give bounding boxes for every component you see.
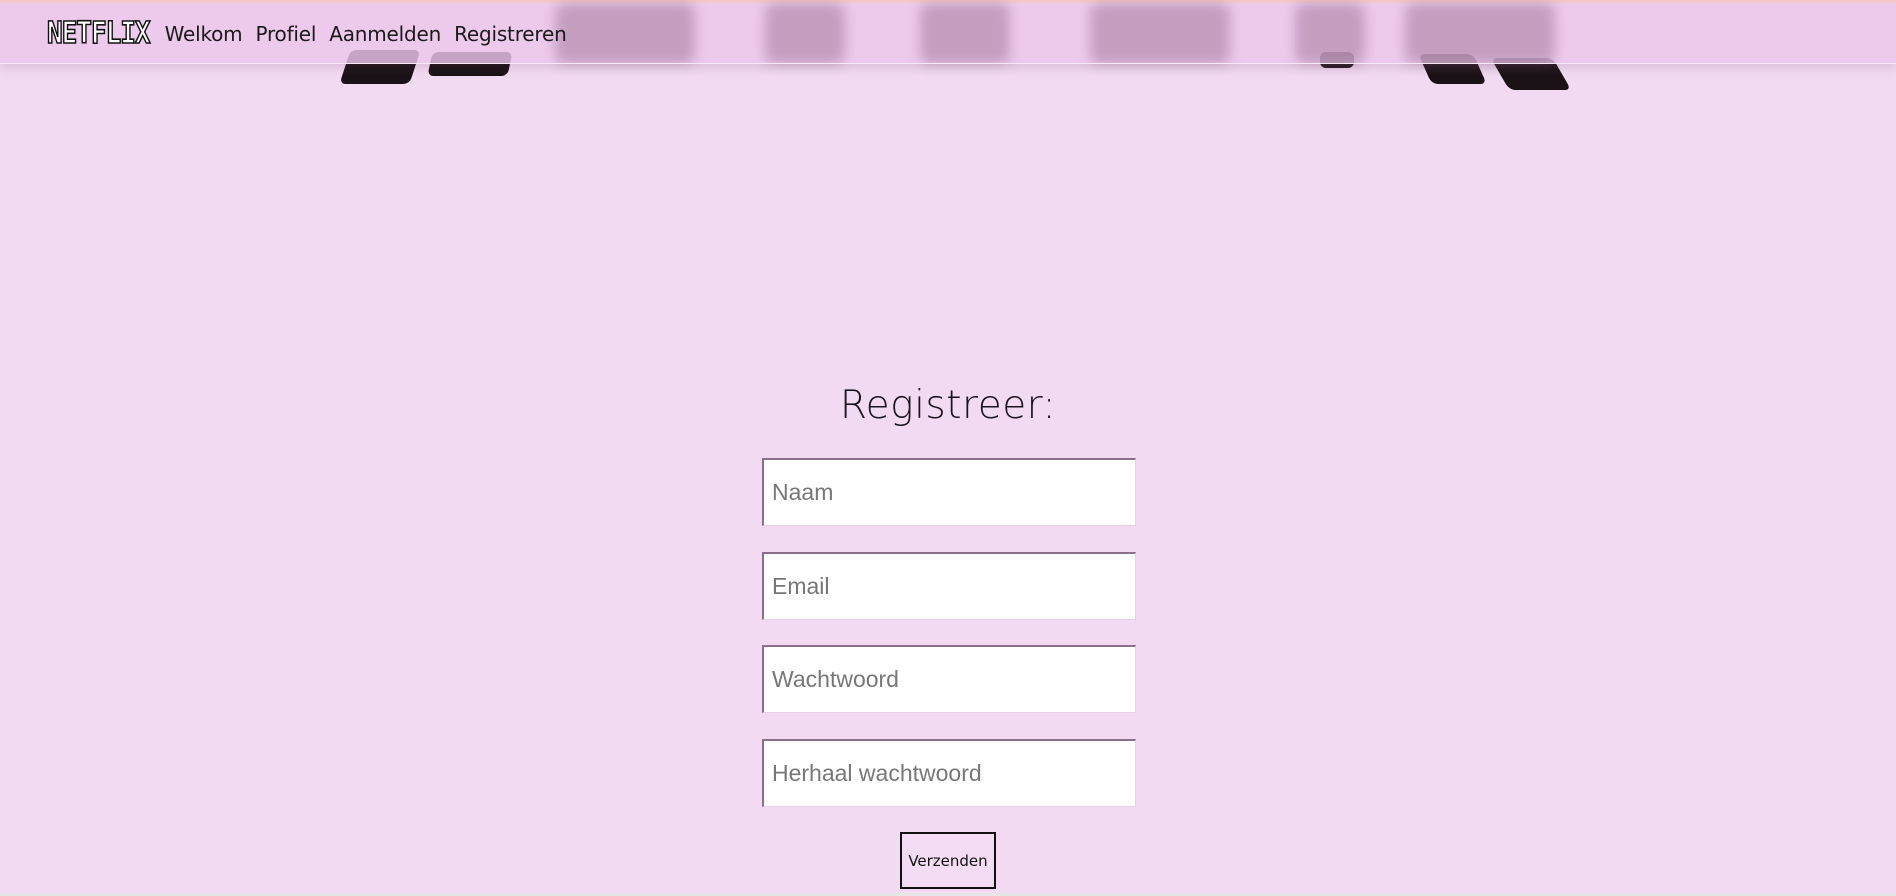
name-input[interactable] bbox=[762, 458, 1136, 526]
page: NETFLIX Welkom Profiel Aanmelden Registr… bbox=[0, 0, 1896, 896]
repeat-password-input[interactable] bbox=[762, 739, 1136, 807]
email-input[interactable] bbox=[762, 552, 1136, 620]
nav-link-registreren[interactable]: Registreren bbox=[454, 22, 567, 46]
top-navbar: NETFLIX Welkom Profiel Aanmelden Registr… bbox=[0, 0, 1896, 64]
nav-link-aanmelden[interactable]: Aanmelden bbox=[329, 22, 441, 46]
nav-link-welkom[interactable]: Welkom bbox=[165, 22, 243, 46]
submit-button[interactable]: Verzenden bbox=[900, 832, 996, 889]
password-input[interactable] bbox=[762, 645, 1136, 713]
netflix-logo[interactable]: NETFLIX bbox=[46, 18, 151, 50]
nav-link-profiel[interactable]: Profiel bbox=[255, 22, 316, 46]
register-title: Registreer: bbox=[839, 383, 1057, 428]
